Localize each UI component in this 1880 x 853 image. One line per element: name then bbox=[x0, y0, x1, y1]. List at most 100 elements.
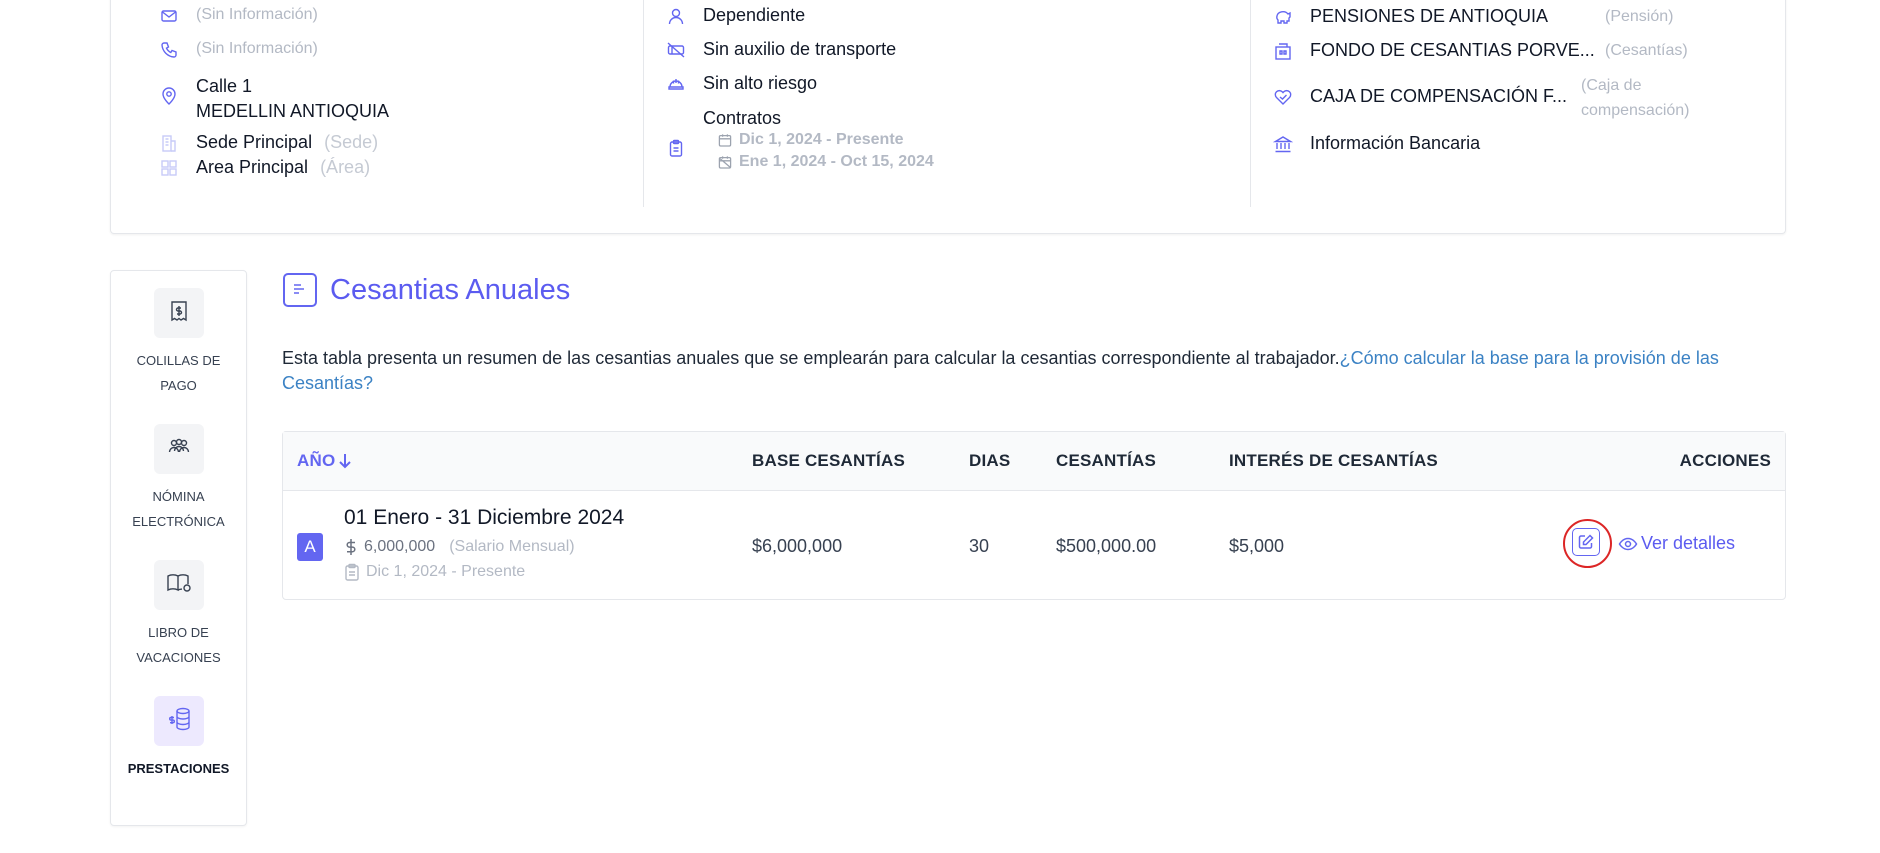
row-interest: $5,000 bbox=[1229, 536, 1285, 556]
email-row: (Sin Información) bbox=[159, 6, 318, 26]
user-icon bbox=[666, 6, 686, 26]
side-label: COLILLAS DE PAGO bbox=[111, 348, 246, 398]
area-type: (Área) bbox=[320, 157, 371, 177]
side-label-line1: COLILLAS DE bbox=[136, 353, 221, 368]
calendar-off-icon bbox=[717, 154, 733, 170]
cesantias-fund-name: FONDO DE CESANTIAS PORVE... bbox=[1310, 40, 1595, 60]
side-nav: COLILLAS DE PAGO NÓMINA ELECTRÓNICA LIBR… bbox=[110, 270, 247, 826]
pension-name: PENSIONES DE ANTIOQUIA bbox=[1310, 6, 1549, 26]
col-header-interest: INTERÉS DE CESANTÍAS bbox=[1229, 451, 1438, 470]
row-badge: A bbox=[297, 533, 323, 561]
row-period: 01 Enero - 31 Diciembre 2024 bbox=[344, 506, 625, 529]
address-line-2: MEDELLIN ANTIOQUIA bbox=[196, 101, 390, 121]
side-icon-box bbox=[153, 424, 204, 474]
section-description: Esta tabla presenta un resumen de las ce… bbox=[282, 346, 1792, 396]
helmet-icon bbox=[666, 74, 686, 94]
pension-type: (Pensión) bbox=[1605, 7, 1674, 25]
edit-button[interactable] bbox=[1572, 528, 1600, 556]
row-contract-dates: Dic 1, 2024 - Presente bbox=[366, 563, 526, 580]
side-nav-item-colillas[interactable]: COLILLAS DE PAGO bbox=[111, 288, 246, 398]
column-divider bbox=[1250, 0, 1251, 207]
side-label-line1: LIBRO DE bbox=[148, 625, 209, 640]
sede-type: (Sede) bbox=[324, 132, 379, 152]
col-header-year-label: AÑO bbox=[297, 451, 336, 470]
phone-value: (Sin Información) bbox=[196, 40, 318, 57]
sede-name: Sede Principal bbox=[196, 132, 313, 152]
caja-name: CAJA DE COMPENSACIÓN F... bbox=[1310, 86, 1568, 106]
side-label-line2: ELECTRÓNICA bbox=[132, 514, 225, 529]
contract-2-dates: Ene 1, 2024 - Oct 15, 2024 bbox=[739, 153, 934, 170]
column-divider bbox=[643, 0, 644, 207]
area-row: Area Principal (Área) bbox=[159, 157, 370, 178]
piggy-bank-icon bbox=[1273, 7, 1293, 27]
col-header-actions: ACCIONES bbox=[1679, 451, 1771, 470]
transport-row: Sin auxilio de transporte bbox=[666, 39, 896, 60]
view-details-label: Ver detalles bbox=[1641, 533, 1736, 553]
table-header: AÑO BASE CESANTÍAS DIAS CESANTÍAS INTERÉ… bbox=[283, 432, 1785, 491]
caja-row: CAJA DE COMPENSACIÓN F... (Caja de compe… bbox=[1273, 73, 1690, 123]
location-pin-icon bbox=[159, 86, 179, 106]
side-nav-item-nomina[interactable]: NÓMINA ELECTRÓNICA bbox=[111, 424, 246, 534]
col-header-base: BASE CESANTÍAS bbox=[752, 451, 905, 470]
area-name: Area Principal bbox=[196, 157, 309, 177]
row-days: 30 bbox=[969, 536, 990, 556]
cesantias-fund-row: FONDO DE CESANTIAS PORVE... (Cesantías) bbox=[1273, 40, 1688, 61]
cesantias-table: AÑO BASE CESANTÍAS DIAS CESANTÍAS INTERÉ… bbox=[282, 431, 1786, 600]
worker-type-row: Dependiente bbox=[666, 5, 805, 26]
bank-icon bbox=[1273, 134, 1293, 154]
pension-row: PENSIONES DE ANTIOQUIA (Pensión) bbox=[1273, 6, 1673, 27]
cesantias-fund-type: (Cesantías) bbox=[1605, 41, 1688, 59]
view-details-link[interactable]: Ver detalles bbox=[1618, 533, 1735, 554]
side-label-line2: VACACIONES bbox=[136, 650, 221, 665]
contract-item[interactable]: Dic 1, 2024 - Presente bbox=[717, 131, 934, 149]
no-bus-icon bbox=[666, 40, 686, 60]
mail-icon bbox=[159, 6, 179, 26]
side-icon-box bbox=[153, 560, 204, 610]
sede-row: Sede Principal (Sede) bbox=[159, 132, 378, 153]
side-label-line2: PAGO bbox=[160, 378, 197, 393]
risk-status: Sin alto riesgo bbox=[703, 73, 818, 93]
document-list-icon bbox=[283, 273, 317, 307]
caja-type-line1: (Caja de bbox=[1581, 77, 1642, 94]
calendar-icon bbox=[717, 132, 733, 148]
phone-row: (Sin Información) bbox=[159, 40, 318, 60]
description-text: Esta tabla presenta un resumen de las ce… bbox=[282, 348, 1340, 368]
phone-icon bbox=[159, 40, 179, 60]
row-base: $6,000,000 bbox=[752, 536, 843, 556]
row-contract: Dic 1, 2024 - Presente bbox=[344, 563, 525, 581]
arrow-down-icon bbox=[337, 452, 353, 470]
col-header-cesantias: CESANTÍAS bbox=[1056, 451, 1157, 470]
row-salary-amount: 6,000,000 bbox=[364, 538, 436, 555]
side-icon-box bbox=[153, 288, 204, 338]
receipt-icon bbox=[167, 299, 191, 328]
caja-type-line2: compensación) bbox=[1581, 102, 1690, 119]
handshake-heart-icon bbox=[1273, 87, 1293, 107]
side-nav-item-prestaciones[interactable]: PRESTACIONES bbox=[111, 696, 246, 781]
address-line-1: Calle 1 bbox=[196, 76, 253, 96]
email-value: (Sin Información) bbox=[196, 6, 318, 23]
bank-info-row[interactable]: Información Bancaria bbox=[1273, 133, 1480, 154]
row-salary-type: (Salario Mensual) bbox=[449, 538, 575, 555]
dollar-icon bbox=[344, 538, 358, 556]
side-label-line1: NÓMINA bbox=[152, 489, 205, 504]
edit-icon bbox=[1577, 533, 1595, 551]
side-nav-item-vacaciones[interactable]: LIBRO DE VACACIONES bbox=[111, 560, 246, 670]
clipboard-icon bbox=[344, 563, 360, 581]
side-label-line1: PRESTACIONES bbox=[127, 761, 230, 776]
contract-1-dates: Dic 1, 2024 - Presente bbox=[739, 131, 904, 148]
row-salary: 6,000,000 (Salario Mensual) bbox=[344, 538, 575, 556]
users-icon bbox=[167, 435, 191, 464]
col-header-days: DIAS bbox=[969, 451, 1011, 470]
building-icon bbox=[159, 133, 179, 153]
section-header: Cesantias Anuales bbox=[283, 273, 570, 307]
worker-type: Dependiente bbox=[703, 5, 806, 25]
page-title: Cesantias Anuales bbox=[330, 273, 571, 306]
transport-status: Sin auxilio de transporte bbox=[703, 39, 897, 59]
col-header-year[interactable]: AÑO bbox=[297, 451, 353, 471]
bank-building-icon bbox=[1273, 41, 1293, 61]
side-label: NÓMINA ELECTRÓNICA bbox=[111, 484, 246, 534]
side-icon-box bbox=[153, 696, 204, 746]
eye-icon bbox=[1618, 535, 1638, 553]
contract-item[interactable]: Ene 1, 2024 - Oct 15, 2024 bbox=[717, 153, 934, 171]
grid-icon bbox=[159, 158, 179, 178]
